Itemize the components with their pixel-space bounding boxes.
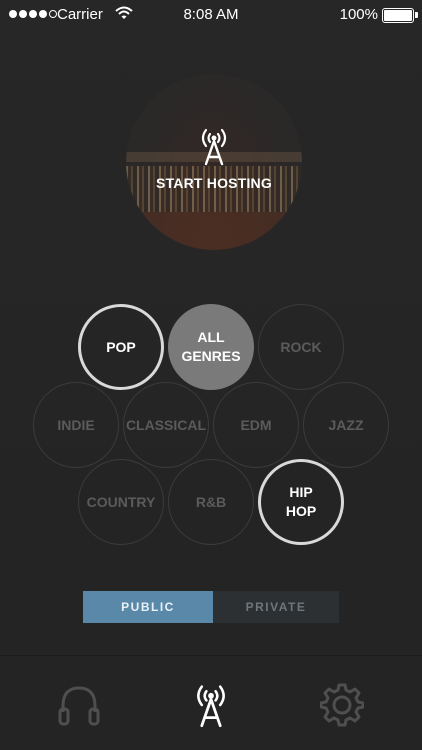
tab-bar xyxy=(0,655,422,750)
battery-percentage: 100% xyxy=(339,6,378,23)
genre-label: INDIE xyxy=(57,416,95,433)
app-screen: Carrier 8:08 AM 100% START HOSTING POP A… xyxy=(0,0,422,750)
genre-all-genres[interactable]: ALL GENRES xyxy=(168,304,254,390)
tab-settings[interactable] xyxy=(317,680,367,730)
genre-indie[interactable]: INDIE xyxy=(33,382,119,468)
tab-listen[interactable] xyxy=(54,680,104,730)
genre-label: CLASSICAL xyxy=(125,416,207,433)
genre-rnb[interactable]: R&B xyxy=(168,459,254,545)
private-toggle[interactable]: PRIVATE xyxy=(213,591,339,623)
start-hosting-button[interactable]: START HOSTING xyxy=(126,74,302,250)
genre-label: COUNTRY xyxy=(86,493,156,510)
genre-hip-hop[interactable]: HIP HOP xyxy=(258,459,344,545)
private-label: PRIVATE xyxy=(245,600,307,614)
genre-label: R&B xyxy=(195,493,227,510)
genre-jazz[interactable]: JAZZ xyxy=(303,382,389,468)
status-bar: Carrier 8:08 AM 100% xyxy=(0,0,422,30)
public-label: PUBLIC xyxy=(121,600,175,614)
public-toggle[interactable]: PUBLIC xyxy=(83,591,213,623)
tab-host[interactable] xyxy=(186,680,236,730)
genre-label: ROCK xyxy=(280,338,322,355)
genre-rock[interactable]: ROCK xyxy=(258,304,344,390)
battery-icon xyxy=(382,8,414,23)
genre-pop[interactable]: POP xyxy=(78,304,164,390)
headphones-icon xyxy=(58,686,100,726)
genre-classical[interactable]: CLASSICAL xyxy=(123,382,209,468)
genre-edm[interactable]: EDM xyxy=(213,382,299,468)
broadcast-tower-icon xyxy=(201,128,227,166)
genre-label: POP xyxy=(106,338,136,355)
genre-label: EDM xyxy=(240,416,272,433)
genre-country[interactable]: COUNTRY xyxy=(78,459,164,545)
genre-label: JAZZ xyxy=(328,416,364,433)
genre-label: ALL GENRES xyxy=(181,329,241,364)
start-hosting-label: START HOSTING xyxy=(156,175,272,191)
broadcast-tower-icon xyxy=(197,685,225,728)
gear-icon xyxy=(320,683,364,727)
genre-label: HIP HOP xyxy=(285,484,317,519)
